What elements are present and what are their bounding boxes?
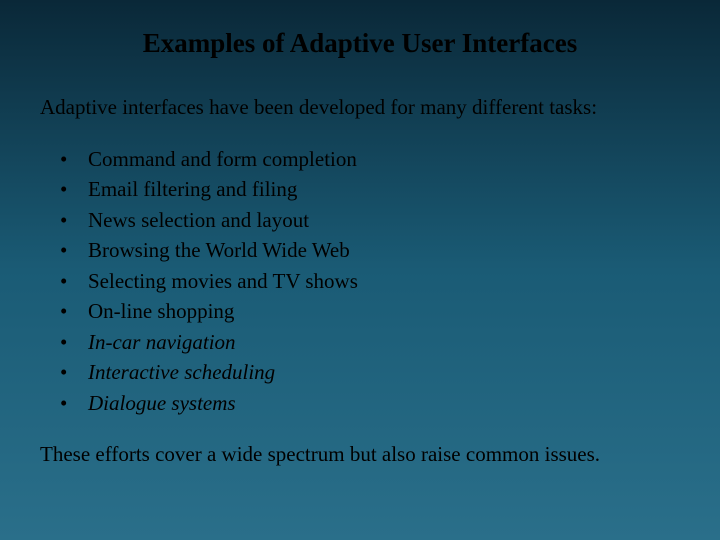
list-item-label: Browsing the World Wide Web (88, 235, 350, 265)
list-item-label: Dialogue systems (88, 388, 236, 418)
list-item: •Email filtering and filing (60, 174, 720, 204)
bullet-icon: • (60, 296, 88, 326)
list-item-label: Selecting movies and TV shows (88, 266, 358, 296)
list-item: •Browsing the World Wide Web (60, 235, 720, 265)
list-item-label: Email filtering and filing (88, 174, 297, 204)
list-item: •On-line shopping (60, 296, 720, 326)
bullet-icon: • (60, 174, 88, 204)
bullet-icon: • (60, 205, 88, 235)
bullet-icon: • (60, 388, 88, 418)
list-item: •Dialogue systems (60, 388, 720, 418)
list-item-label: Command and form completion (88, 144, 357, 174)
outro-text: These efforts cover a wide spectrum but … (0, 418, 720, 467)
bullet-icon: • (60, 357, 88, 387)
list-item: •Command and form completion (60, 144, 720, 174)
list-item: •In-car navigation (60, 327, 720, 357)
list-item-label: On-line shopping (88, 296, 234, 326)
bullet-icon: • (60, 327, 88, 357)
list-item-label: In-car navigation (88, 327, 236, 357)
slide-title: Examples of Adaptive User Interfaces (0, 0, 720, 67)
bullet-icon: • (60, 144, 88, 174)
list-item: •Interactive scheduling (60, 357, 720, 387)
list-item: •Selecting movies and TV shows (60, 266, 720, 296)
list-item: •News selection and layout (60, 205, 720, 235)
intro-text: Adaptive interfaces have been developed … (0, 67, 720, 120)
list-item-label: Interactive scheduling (88, 357, 275, 387)
bullet-list: •Command and form completion •Email filt… (0, 120, 720, 418)
list-item-label: News selection and layout (88, 205, 309, 235)
bullet-icon: • (60, 235, 88, 265)
bullet-icon: • (60, 266, 88, 296)
